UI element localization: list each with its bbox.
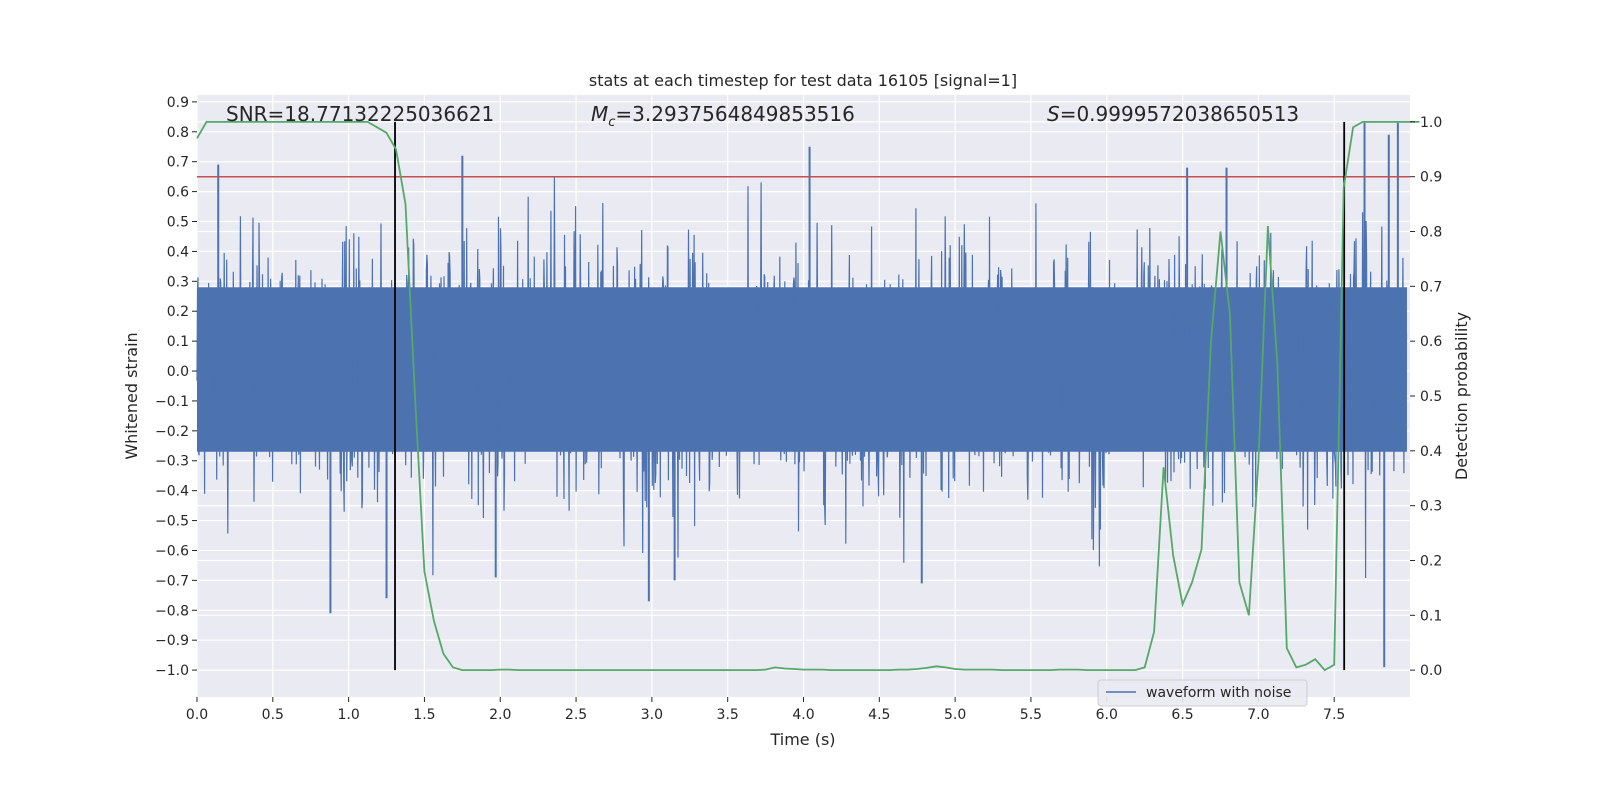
x-tick-label: 0.0 [186, 707, 208, 723]
y-tick-label-left: 0.2 [167, 304, 189, 320]
legend: waveform with noise [1097, 679, 1308, 707]
y-tick-label-left: −0.6 [155, 543, 189, 559]
y-tick-label-left: −0.9 [155, 633, 189, 649]
y-tick-label-left: −0.2 [155, 424, 189, 440]
y-tick-label-right: 0.5 [1420, 389, 1442, 405]
x-tick-label: 1.5 [413, 707, 435, 723]
x-tick-label: 4.5 [868, 707, 890, 723]
x-tick-label: 6.5 [1171, 707, 1193, 723]
x-tick-label: 7.5 [1323, 707, 1345, 723]
y-tick-label-left: 0.0 [167, 364, 189, 380]
legend-label-waveform: waveform with noise [1146, 685, 1291, 701]
x-tick-label: 6.0 [1096, 707, 1118, 723]
mc-value: =3.2937564849853516 [615, 102, 854, 126]
y-tick-label-right: 0.9 [1420, 170, 1442, 186]
y-tick-label-left: −0.8 [155, 603, 189, 619]
y-tick-label-right: 0.8 [1420, 225, 1442, 241]
y-tick-label-right: 0.1 [1420, 608, 1442, 624]
y-tick-label-left: −0.3 [155, 454, 189, 470]
y-tick-label-left: 0.1 [167, 334, 189, 350]
y-tick-label-left: −1.0 [155, 663, 189, 679]
x-tick-label: 3.0 [641, 707, 663, 723]
mc-symbol: M [591, 102, 608, 126]
x-tick-label: 5.0 [944, 707, 966, 723]
x-tick-label: 7.0 [1247, 707, 1269, 723]
y-tick-label-right: 0.2 [1420, 553, 1442, 569]
y-tick-label-left: 0.8 [167, 125, 189, 141]
y-axis-label-left: Whitened strain [122, 332, 141, 459]
x-tick-label: 0.5 [262, 707, 284, 723]
y-tick-label-right: 1.0 [1420, 115, 1442, 131]
y-tick-label-left: 0.9 [167, 95, 189, 111]
y-tick-label-left: −0.4 [155, 484, 189, 500]
snr-annotation: SNR=18.77132225036621 [226, 102, 494, 126]
s-value: =0.9999572038650513 [1060, 102, 1299, 126]
x-tick-label: 4.0 [792, 707, 814, 723]
y-tick-label-left: 0.7 [167, 155, 189, 171]
x-tick-label: 2.0 [489, 707, 511, 723]
y-tick-label-right: 0.4 [1420, 444, 1442, 460]
y-tick-label-right: 0.0 [1420, 663, 1442, 679]
mc-annotation: Mc=3.2937564849853516 [591, 102, 855, 130]
x-axis-label: Time (s) [769, 730, 835, 749]
x-tick-label: 1.0 [337, 707, 359, 723]
mc-subscript: c [608, 115, 615, 130]
y-tick-label-left: 0.6 [167, 185, 189, 201]
y-tick-label-left: 0.3 [167, 274, 189, 290]
chart: 0.0 0.5 1.0 1.5 2.0 2.5 3.0 3.5 4.0 4.5 5.0 5.5 6.0 6… [122, 71, 1471, 749]
x-tick-label: 3.5 [717, 707, 739, 723]
y-tick-label-right: 0.7 [1420, 279, 1442, 295]
y-tick-label-left: 0.5 [167, 215, 189, 231]
y-tick-label-left: 0.4 [167, 244, 189, 260]
y-tick-label-left: −0.1 [155, 394, 189, 410]
y-tick-label-left: −0.7 [155, 573, 189, 589]
y-tick-label-right: 0.6 [1420, 334, 1442, 350]
y-tick-label-right: 0.3 [1420, 499, 1442, 515]
y-axis-label-right: Detection probability [1452, 312, 1471, 480]
s-symbol: S [1047, 102, 1060, 126]
y-tick-label-left: −0.5 [155, 514, 189, 530]
x-tick-label: 5.5 [1020, 707, 1042, 723]
x-tick-label: 2.5 [565, 707, 587, 723]
chart-title: stats at each timestep for test data 161… [589, 71, 1017, 90]
s-annotation: S=0.9999572038650513 [1047, 102, 1299, 126]
